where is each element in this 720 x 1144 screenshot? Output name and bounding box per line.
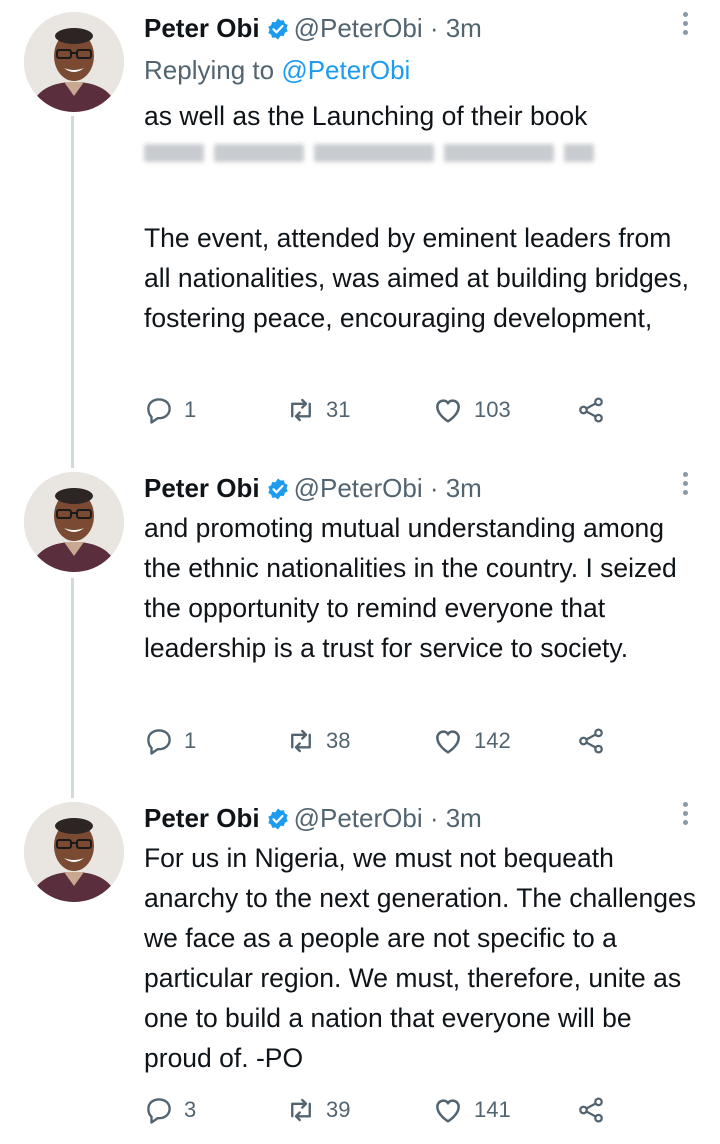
tweet-header: Peter Obi @PeterObi · 3m <box>144 470 482 506</box>
avatar-photo <box>24 802 124 902</box>
heart-icon <box>436 730 460 754</box>
user-handle[interactable]: @PeterObi <box>294 13 423 43</box>
reply-count: 3 <box>184 1097 197 1122</box>
retweet-icon <box>291 398 311 422</box>
reply-count: 1 <box>184 728 197 753</box>
user-handle[interactable]: @PeterObi <box>294 473 423 503</box>
user-handle[interactable]: @PeterObi <box>294 803 423 833</box>
retweet-count: 39 <box>326 1097 351 1122</box>
timestamp[interactable]: · 3m <box>430 803 482 833</box>
tweet-paragraph: The event, attended by eminent leaders f… <box>144 223 690 333</box>
reply-button[interactable]: 1 <box>144 390 196 430</box>
retweet-icon <box>291 729 311 753</box>
tweet-paragraph: as well as the Launching of their book <box>144 101 588 131</box>
retweet-icon <box>291 1098 311 1122</box>
tweet-paragraph: and promoting mutual understanding among… <box>144 513 677 663</box>
tweet-paragraph: For us in Nigeria, we must not bequeath … <box>144 843 696 1073</box>
verified-badge-icon <box>266 14 290 50</box>
share-button[interactable] <box>576 1090 616 1130</box>
like-count: 142 <box>474 728 511 753</box>
retweet-count: 38 <box>326 728 351 753</box>
timestamp[interactable]: · 3m <box>430 13 482 43</box>
verified-badge-icon <box>266 804 290 840</box>
retweet-count: 31 <box>326 397 351 422</box>
avatar-photo <box>24 472 124 572</box>
reply-button[interactable]: 3 <box>144 1090 196 1130</box>
timestamp[interactable]: · 3m <box>430 473 482 503</box>
avatar[interactable] <box>24 802 124 902</box>
tweet-text: The event, attended by eminent leaders f… <box>144 218 704 338</box>
verified-badge-icon <box>266 474 290 510</box>
avatar[interactable] <box>24 12 124 112</box>
heart-icon <box>436 399 460 423</box>
reply-icon <box>147 398 171 424</box>
replying-to: Replying to @PeterObi <box>144 52 410 88</box>
tweet-text: and promoting mutual understanding among… <box>144 508 704 668</box>
more-vertical-icon[interactable] <box>680 472 690 499</box>
replying-to-handle[interactable]: @PeterObi <box>281 55 410 85</box>
reply-button[interactable]: 1 <box>144 721 196 761</box>
reply-icon <box>147 729 171 755</box>
replying-to-label: Replying to <box>144 55 282 85</box>
tweet-text: For us in Nigeria, we must not bequeath … <box>144 838 704 1078</box>
heart-icon <box>436 1099 460 1123</box>
like-button[interactable]: 141 <box>432 1090 511 1130</box>
avatar-photo <box>24 12 124 112</box>
retweet-button[interactable]: 31 <box>286 390 350 430</box>
share-icon <box>579 1097 603 1123</box>
display-name[interactable]: Peter Obi <box>144 13 260 43</box>
like-count: 141 <box>474 1097 511 1122</box>
tweet[interactable]: Peter Obi @PeterObi · 3m and promoting mu… <box>0 460 720 790</box>
retweet-button[interactable]: 38 <box>286 721 350 761</box>
retweet-button[interactable]: 39 <box>286 1090 350 1130</box>
tweet[interactable]: Peter Obi @PeterObi · 3m Replying to @Pet… <box>0 0 720 455</box>
avatar[interactable] <box>24 472 124 572</box>
like-count: 103 <box>474 397 511 422</box>
share-icon <box>579 397 603 423</box>
like-button[interactable]: 103 <box>432 390 511 430</box>
redacted-text <box>144 140 604 166</box>
tweet-actions: 1 38 142 <box>144 721 614 761</box>
tweet-actions: 3 39 141 <box>144 1090 614 1130</box>
more-vertical-icon[interactable] <box>680 12 690 39</box>
reply-count: 1 <box>184 397 197 422</box>
tweet-actions: 1 31 103 <box>144 390 614 430</box>
tweet-header: Peter Obi @PeterObi · 3m <box>144 800 482 836</box>
tweet-header: Peter Obi @PeterObi · 3m <box>144 10 482 46</box>
display-name[interactable]: Peter Obi <box>144 473 260 503</box>
share-button[interactable] <box>576 721 616 761</box>
reply-icon <box>147 1098 171 1124</box>
share-icon <box>579 728 603 754</box>
like-button[interactable]: 142 <box>432 721 511 761</box>
tweet-text: as well as the Launching of their book <box>144 96 704 136</box>
share-button[interactable] <box>576 390 616 430</box>
tweet[interactable]: Peter Obi @PeterObi · 3m For us in Nigeri… <box>0 790 720 1144</box>
more-vertical-icon[interactable] <box>680 802 690 829</box>
display-name[interactable]: Peter Obi <box>144 803 260 833</box>
